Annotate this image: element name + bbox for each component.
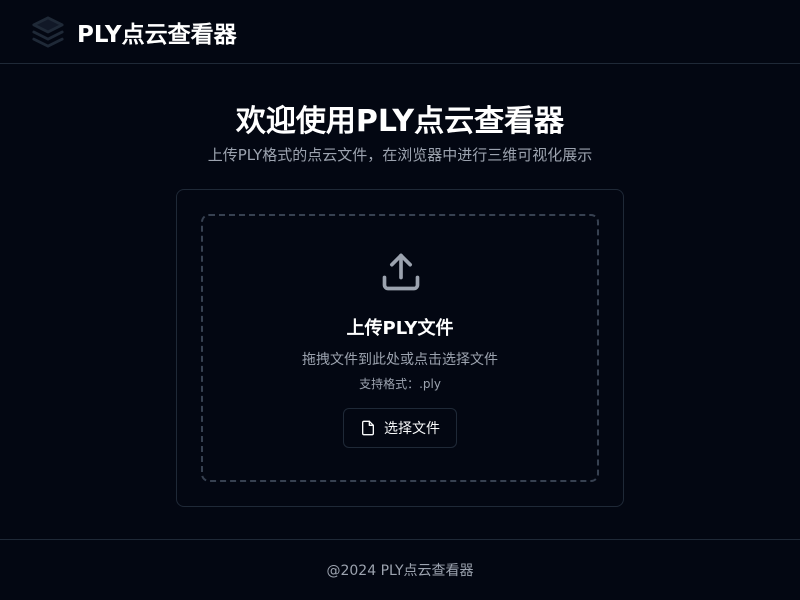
- app-root: PLY点云查看器 欢迎使用PLY点云查看器 上传PLY格式的点云文件，在浏览器中…: [0, 0, 800, 600]
- upload-hint: 拖拽文件到此处或点击选择文件: [302, 352, 498, 368]
- upload-card: 上传PLY文件 拖拽文件到此处或点击选择文件 支持格式：.ply 选择文件: [176, 189, 624, 507]
- upload-title: 上传PLY文件: [346, 318, 454, 339]
- select-file-label: 选择文件: [384, 421, 440, 437]
- footer-copyright: @2024 PLY点云查看器: [326, 563, 474, 579]
- main-content: 欢迎使用PLY点云查看器 上传PLY格式的点云文件，在浏览器中进行三维可视化展示…: [0, 64, 800, 539]
- app-footer: @2024 PLY点云查看器: [0, 539, 800, 600]
- supported-formats: 支持格式：.ply: [359, 377, 441, 391]
- app-header: PLY点云查看器: [0, 0, 800, 64]
- file-dropzone[interactable]: 上传PLY文件 拖拽文件到此处或点击选择文件 支持格式：.ply 选择文件: [201, 214, 599, 482]
- app-title: PLY点云查看器: [77, 21, 237, 48]
- welcome-title: 欢迎使用PLY点云查看器: [235, 104, 565, 139]
- layers-icon[interactable]: [31, 15, 65, 49]
- upload-icon: [379, 250, 423, 294]
- file-icon: [360, 420, 376, 436]
- select-file-button[interactable]: 选择文件: [343, 408, 457, 448]
- welcome-subtitle: 上传PLY格式的点云文件，在浏览器中进行三维可视化展示: [207, 146, 593, 164]
